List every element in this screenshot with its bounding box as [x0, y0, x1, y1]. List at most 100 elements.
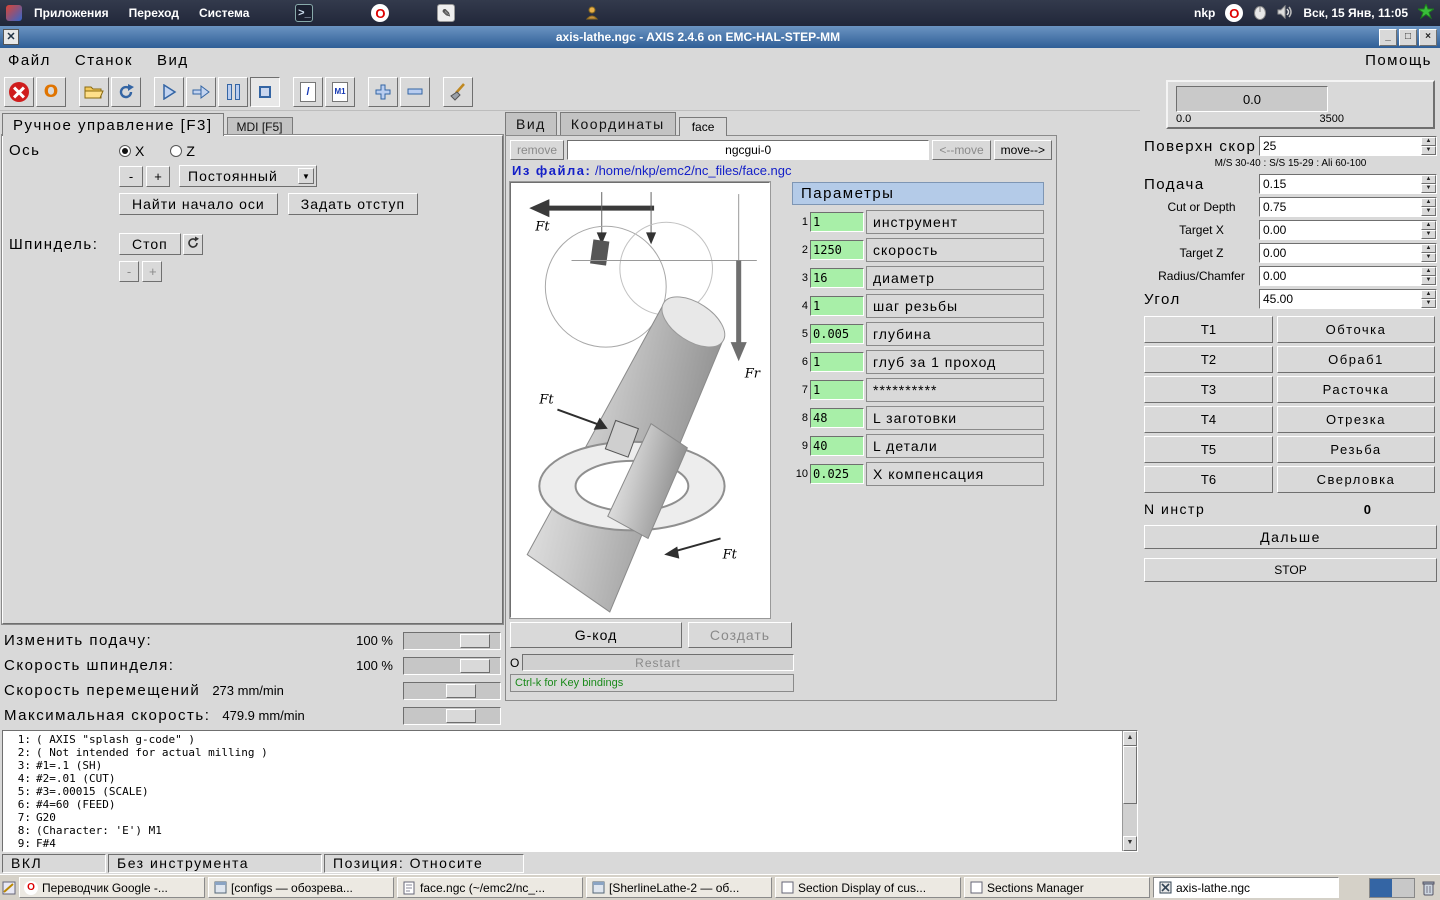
spin-down-icon[interactable]: ▼ — [1421, 276, 1436, 285]
places-menu[interactable]: Переход — [121, 4, 187, 22]
task-opera-translate[interactable]: O Переводчик Google -... — [19, 877, 205, 898]
tab-dro[interactable]: Координаты — [560, 112, 676, 135]
restart-bar[interactable]: Restart — [522, 654, 794, 671]
axis-x-radio[interactable] — [119, 145, 131, 157]
spindle-faster-button[interactable]: + — [142, 261, 162, 282]
reload-file-button[interactable] — [111, 77, 141, 107]
param-input-misc[interactable] — [810, 380, 864, 400]
tool-t4-button[interactable]: T4 — [1144, 406, 1273, 433]
param-input-depth[interactable] — [810, 324, 864, 344]
scroll-up-icon[interactable]: ▲ — [1123, 731, 1137, 746]
scroll-down-icon[interactable]: ▼ — [1123, 836, 1137, 851]
volume-tray-icon[interactable] — [1277, 5, 1293, 22]
spin-down-icon[interactable]: ▼ — [1421, 207, 1436, 216]
move-right-button[interactable]: move--> — [994, 140, 1052, 160]
tool-t6-button[interactable]: T6 — [1144, 466, 1273, 493]
menu-machine[interactable]: Станок — [75, 52, 133, 69]
gcode-scrollbar[interactable]: ▲ ▼ — [1122, 731, 1137, 851]
spin-up-icon[interactable]: ▲ — [1421, 267, 1436, 276]
terminal-launcher-icon[interactable]: >_ — [295, 4, 313, 22]
tool-t3-button[interactable]: T3 — [1144, 376, 1273, 403]
task-face-ngc[interactable]: face.ngc (~/emc2/nc_... — [397, 877, 583, 898]
opera-launcher-icon[interactable]: O — [371, 4, 389, 22]
zoom-in-button[interactable] — [368, 77, 398, 107]
param-input-x-compensation[interactable] — [810, 464, 864, 484]
next-button[interactable]: Дальше — [1144, 525, 1437, 549]
spin-up-icon[interactable]: ▲ — [1421, 175, 1436, 184]
gcode-lines[interactable]: 1:( AXIS "splash g-code" ) 2:( Not inten… — [3, 731, 1122, 851]
task-section-display[interactable]: Section Display of cus... — [775, 877, 961, 898]
angle-spinner[interactable]: ▲▼ — [1259, 289, 1437, 309]
radius-chamfer-spinner[interactable]: ▲▼ — [1259, 266, 1437, 286]
move-left-button[interactable]: <--move — [932, 140, 990, 160]
param-input-part-length[interactable] — [810, 436, 864, 456]
slider-handle[interactable] — [460, 659, 490, 673]
axis-z-radio[interactable] — [170, 145, 182, 157]
target-z-spinner[interactable]: ▲▼ — [1259, 243, 1437, 263]
surface-speed-spinner[interactable]: ▲▼ — [1259, 136, 1437, 156]
opera-tray-icon[interactable]: O — [1225, 4, 1243, 22]
minimize-button[interactable]: _ — [1379, 29, 1397, 46]
slider-handle[interactable] — [446, 684, 476, 698]
task-sections-manager[interactable]: Sections Manager — [964, 877, 1150, 898]
optional-stop-toggle[interactable]: M1 — [325, 77, 355, 107]
tool-t5-button[interactable]: T5 — [1144, 436, 1273, 463]
macro-stop-button[interactable]: STOP — [1144, 558, 1437, 582]
slider-handle[interactable] — [446, 709, 476, 723]
spin-down-icon[interactable]: ▼ — [1421, 146, 1436, 155]
axis-x-label[interactable]: X — [135, 143, 144, 159]
clock-label[interactable]: Вск, 15 Янв, 11:05 — [1303, 6, 1408, 20]
axis-z-label[interactable]: Z — [186, 143, 195, 159]
boring-button[interactable]: Расточка — [1277, 376, 1435, 403]
tab-manual-control[interactable]: Ручное управление [F3] — [2, 113, 224, 136]
zoom-out-button[interactable] — [400, 77, 430, 107]
close-button[interactable]: × — [1419, 29, 1437, 46]
pause-program-button[interactable] — [218, 77, 248, 107]
skip-lines-toggle[interactable]: / — [293, 77, 323, 107]
spin-up-icon[interactable]: ▲ — [1421, 290, 1436, 299]
update-notifier-icon[interactable] — [1418, 4, 1434, 23]
param-input-stock-length[interactable] — [810, 408, 864, 428]
jog-speed-slider[interactable] — [403, 682, 501, 700]
distro-menu-icon[interactable] — [6, 5, 22, 21]
touch-off-button[interactable]: Задать отступ — [288, 193, 418, 215]
task-configs[interactable]: [configs — обозрева... — [208, 877, 394, 898]
machining-button[interactable]: Обраб1 — [1277, 346, 1435, 373]
stop-program-button[interactable] — [250, 77, 280, 107]
spindle-stop-button[interactable]: Стоп — [119, 233, 181, 255]
jog-minus-button[interactable]: - — [119, 166, 143, 187]
task-sherline-lathe[interactable]: [SherlineLathe-2 — об... — [586, 877, 772, 898]
slider-handle[interactable] — [460, 634, 490, 648]
tab-face[interactable]: face — [679, 117, 728, 136]
cut-depth-input[interactable] — [1260, 198, 1421, 216]
jog-plus-button[interactable]: + — [146, 166, 170, 187]
spin-up-icon[interactable]: ▲ — [1421, 137, 1436, 146]
max-speed-slider[interactable] — [403, 707, 501, 725]
make-gcode-button[interactable]: G-код — [510, 622, 682, 648]
drilling-button[interactable]: Сверловка — [1277, 466, 1435, 493]
angle-input[interactable] — [1260, 290, 1421, 308]
radius-chamfer-input[interactable] — [1260, 267, 1421, 285]
spindle-slower-button[interactable]: - — [119, 261, 139, 282]
tools-launcher-icon[interactable] — [583, 4, 601, 22]
tab-mdi[interactable]: MDI [F5] — [227, 117, 293, 135]
system-menu[interactable]: Система — [191, 4, 258, 22]
spin-up-icon[interactable]: ▲ — [1421, 198, 1436, 207]
param-input-depth-per-pass[interactable] — [810, 352, 864, 372]
applications-menu[interactable]: Приложения — [26, 4, 117, 22]
workspace-switcher[interactable] — [1369, 878, 1415, 898]
tool-t2-button[interactable]: T2 — [1144, 346, 1273, 373]
spin-down-icon[interactable]: ▼ — [1421, 184, 1436, 193]
home-axis-button[interactable]: Найти начало оси — [119, 193, 278, 215]
feed-spinner[interactable]: ▲▼ — [1259, 174, 1437, 194]
spin-up-icon[interactable]: ▲ — [1421, 244, 1436, 253]
mouse-tray-icon[interactable] — [1253, 4, 1267, 23]
spindle-forward-button[interactable] — [183, 234, 203, 255]
task-axis-lathe[interactable]: axis-lathe.ngc — [1153, 877, 1339, 898]
remove-tab-button[interactable]: remove — [510, 140, 564, 160]
spindle-override-slider[interactable] — [403, 657, 501, 675]
target-x-spinner[interactable]: ▲▼ — [1259, 220, 1437, 240]
ngcgui-name-input[interactable] — [567, 140, 929, 160]
feed-override-slider[interactable] — [403, 632, 501, 650]
create-feature-button[interactable]: Создать — [688, 622, 792, 648]
